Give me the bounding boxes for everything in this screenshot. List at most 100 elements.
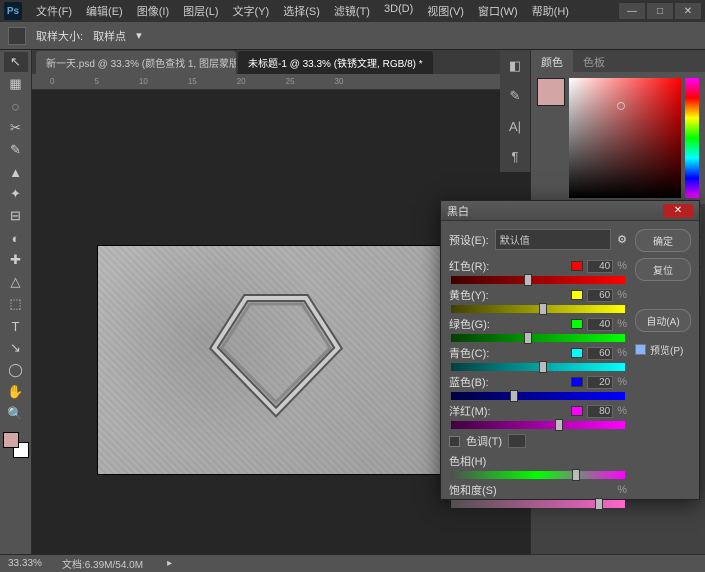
toolbar: ↖▦◌✂✎▲✦⊟◐✚△⬚T↘◯✋🔍: [0, 50, 32, 554]
tool-button[interactable]: ↘: [4, 338, 28, 358]
preview-label: 预览(P): [650, 342, 683, 357]
slider-value[interactable]: 40: [587, 318, 613, 331]
char-icon[interactable]: A|: [505, 116, 525, 136]
menu-item[interactable]: 文件(F): [30, 1, 78, 21]
tool-button[interactable]: ✦: [4, 184, 28, 204]
color-panel-tabs: 颜色 色板: [531, 50, 705, 72]
tool-button[interactable]: ▲: [4, 162, 28, 182]
slider-value[interactable]: 80: [587, 405, 613, 418]
menu-item[interactable]: 图层(L): [177, 1, 224, 21]
para-icon[interactable]: ¶: [505, 146, 525, 166]
slider-track[interactable]: [451, 305, 625, 313]
color-swatch: [571, 290, 583, 300]
slider-thumb[interactable]: [539, 361, 547, 373]
tint-label: 色调(T): [466, 433, 502, 449]
menu-item[interactable]: 窗口(W): [472, 1, 524, 21]
menu-item[interactable]: 文字(Y): [227, 1, 276, 21]
color-tab[interactable]: 颜色: [531, 50, 573, 72]
slider-track[interactable]: [451, 392, 625, 400]
sat-slider[interactable]: [451, 500, 625, 508]
brush-icon[interactable]: ✎: [505, 86, 525, 106]
preset-label: 预设(E):: [449, 232, 489, 248]
percent-label: %: [617, 484, 627, 496]
tool-button[interactable]: ⬚: [4, 294, 28, 314]
gear-icon[interactable]: ⚙: [617, 233, 627, 246]
slider-track[interactable]: [451, 421, 625, 429]
tool-button[interactable]: ⊟: [4, 206, 28, 226]
percent-label: %: [617, 260, 627, 272]
hue-strip[interactable]: [685, 78, 699, 198]
ok-button[interactable]: 确定: [635, 229, 691, 252]
auto-button[interactable]: 自动(A): [635, 309, 691, 332]
sample-size-label: 取样大小:: [36, 28, 83, 44]
menu-item[interactable]: 滤镜(T): [328, 1, 376, 21]
menu-item[interactable]: 3D(D): [378, 1, 419, 21]
dropdown-icon[interactable]: ▾: [136, 29, 142, 42]
tool-button[interactable]: ▦: [4, 74, 28, 94]
slider-track[interactable]: [451, 276, 625, 284]
tool-button[interactable]: ✎: [4, 140, 28, 160]
slider-value[interactable]: 60: [587, 289, 613, 302]
window-button[interactable]: ✕: [675, 3, 701, 19]
tool-button[interactable]: ✚: [4, 250, 28, 270]
slider-thumb[interactable]: [524, 332, 532, 344]
color-field[interactable]: [569, 78, 681, 198]
document-tab[interactable]: 新一天.psd @ 33.3% (颜色查找 1, 图层蒙版/8) ×: [36, 51, 236, 74]
zoom-level[interactable]: 33.33%: [8, 558, 42, 569]
tool-button[interactable]: △: [4, 272, 28, 292]
tool-button[interactable]: ↖: [4, 52, 28, 72]
preview-checkbox[interactable]: [635, 344, 646, 355]
ruler-horizontal: 051015202530: [32, 74, 530, 90]
cancel-button[interactable]: 复位: [635, 258, 691, 281]
tool-button[interactable]: ◯: [4, 360, 28, 380]
tool-button[interactable]: T: [4, 316, 28, 336]
sat-label: 饱和度(S): [449, 482, 497, 498]
percent-label: %: [617, 289, 627, 301]
dialog-titlebar[interactable]: 黑白 ✕: [441, 201, 699, 221]
menu-item[interactable]: 帮助(H): [526, 1, 575, 21]
swatches-tab[interactable]: 色板: [573, 50, 615, 72]
menu-item[interactable]: 选择(S): [277, 1, 326, 21]
menu-item[interactable]: 编辑(E): [80, 1, 129, 21]
tool-button[interactable]: 🔍: [4, 404, 28, 424]
preset-select[interactable]: 默认值: [495, 229, 611, 250]
slider-value[interactable]: 60: [587, 347, 613, 360]
hue-label: 色相(H): [449, 453, 486, 469]
slider-thumb[interactable]: [555, 419, 563, 431]
fg-swatch[interactable]: [3, 432, 19, 448]
window-button[interactable]: —: [619, 3, 645, 19]
slider-value[interactable]: 40: [587, 260, 613, 273]
foreground-color[interactable]: [537, 78, 565, 106]
tool-button[interactable]: ◐: [4, 228, 28, 248]
window-button[interactable]: □: [647, 3, 673, 19]
slider-value[interactable]: 20: [587, 376, 613, 389]
tool-button[interactable]: ✋: [4, 382, 28, 402]
tool-button[interactable]: ✂: [4, 118, 28, 138]
window-controls: —□✕: [619, 3, 701, 19]
tool-button[interactable]: ◌: [4, 96, 28, 116]
tool-preset-icon[interactable]: [8, 27, 26, 45]
tint-checkbox[interactable]: [449, 436, 460, 447]
color-picker-cursor: [617, 102, 625, 110]
color-swatch: [571, 406, 583, 416]
titlebar: Ps 文件(F)编辑(E)图像(I)图层(L)文字(Y)选择(S)滤镜(T)3D…: [0, 0, 705, 22]
menu-item[interactable]: 视图(V): [421, 1, 470, 21]
menu-item[interactable]: 图像(I): [131, 1, 175, 21]
close-icon[interactable]: ✕: [663, 204, 693, 218]
hue-slider[interactable]: [451, 471, 625, 479]
sample-size-value[interactable]: 取样点: [93, 28, 126, 44]
slider-track[interactable]: [451, 363, 625, 371]
tint-color-box[interactable]: [508, 434, 526, 448]
document-tab[interactable]: 未标题-1 @ 33.3% (铁锈文理, RGB/8) *: [238, 51, 433, 74]
dock-strip: ◧ ✎ A| ¶: [500, 50, 530, 172]
statusbar: 33.33% 文档:6.39M/54.0M ▸: [0, 554, 705, 572]
slider-label: 红色(R):: [449, 258, 489, 274]
slider-thumb[interactable]: [524, 274, 532, 286]
history-icon[interactable]: ◧: [505, 56, 525, 76]
canvas-image: [98, 246, 458, 474]
percent-label: %: [617, 376, 627, 388]
slider-thumb[interactable]: [539, 303, 547, 315]
slider-thumb[interactable]: [510, 390, 518, 402]
percent-label: %: [617, 405, 627, 417]
slider-track[interactable]: [451, 334, 625, 342]
